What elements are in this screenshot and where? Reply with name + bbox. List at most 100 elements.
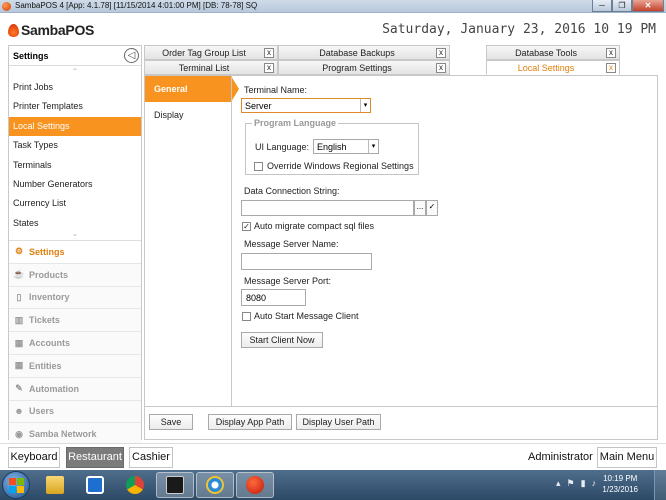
taskbar-sambapos[interactable] xyxy=(236,472,274,498)
chevron-down-icon[interactable]: ▾ xyxy=(368,140,378,153)
sidebar-title: Settings xyxy=(13,51,49,61)
auto-migrate-checkbox[interactable]: ✓ xyxy=(242,222,251,231)
section-accounts[interactable]: ▦ Accounts xyxy=(9,332,141,355)
display-app-path-button[interactable]: Display App Path xyxy=(208,414,292,430)
override-regional-label: Override Windows Regional Settings xyxy=(267,161,414,171)
section-label: Entities xyxy=(29,360,62,371)
section-settings[interactable]: ⚙ Settings xyxy=(9,241,141,264)
gear-icon: ⚙ xyxy=(14,246,24,257)
settings-sidebar: Settings ◁ ⌃ Print Jobs Printer Template… xyxy=(8,45,142,447)
message-server-port-input[interactable]: 8080 xyxy=(241,289,306,306)
sidebar-item-states[interactable]: States xyxy=(9,214,141,228)
section-label: Users xyxy=(29,406,55,417)
sidebar-list: Print Jobs Printer Templates Local Setti… xyxy=(9,78,141,228)
taskbar-ie[interactable] xyxy=(196,472,234,498)
back-icon[interactable]: ◁ xyxy=(124,48,139,63)
settings-subnav: General Display xyxy=(145,76,239,406)
logo-text: SambaPOS xyxy=(21,22,95,38)
close-icon[interactable]: x xyxy=(436,63,446,73)
tab-local-settings[interactable]: Local Settings x xyxy=(486,60,620,75)
section-tickets[interactable]: ▥ Tickets xyxy=(9,309,141,333)
show-hidden-icons-icon[interactable]: ▴ xyxy=(556,478,561,489)
pencil-icon: ✎ xyxy=(15,383,23,394)
section-automation[interactable]: ✎ Automation xyxy=(9,377,141,401)
close-icon[interactable]: x xyxy=(264,63,274,73)
taskbar-teamviewer[interactable] xyxy=(76,472,114,498)
scroll-up-icon[interactable]: ⌃ xyxy=(9,66,141,78)
section-label: Automation xyxy=(29,383,79,394)
windows-start-icon[interactable] xyxy=(2,471,30,499)
tab-terminal-list[interactable]: Terminal List x xyxy=(144,60,278,75)
program-language-group: Program Language UI Language: English ▾ … xyxy=(245,118,419,175)
scroll-down-icon[interactable]: ⌄ xyxy=(9,228,141,240)
sidebar-item-terminals[interactable]: Terminals xyxy=(9,156,141,175)
clock-date: 1/23/2016 xyxy=(602,485,638,494)
close-icon[interactable]: x xyxy=(606,48,616,58)
network-icon[interactable]: ▮ xyxy=(581,478,586,489)
confirm-button[interactable]: ✓ xyxy=(426,200,438,216)
ticket-icon: ▥ xyxy=(14,314,24,325)
main-menu-button[interactable]: Main Menu xyxy=(597,447,657,468)
ledger-icon: ▦ xyxy=(14,337,24,348)
header-datetime: Saturday, January 23, 2016 10 19 PM xyxy=(382,22,656,37)
tab-database-backups[interactable]: Database Backups x xyxy=(278,45,450,60)
terminal-name-select[interactable]: Server ▾ xyxy=(241,98,371,113)
sidebar-item-print-jobs[interactable]: Print Jobs xyxy=(9,78,141,97)
close-icon[interactable]: x xyxy=(436,48,446,58)
display-user-path-button[interactable]: Display User Path xyxy=(296,414,381,430)
subnav-item-display[interactable]: Display xyxy=(145,102,231,128)
sambapos-icon xyxy=(246,476,264,494)
close-icon[interactable]: x xyxy=(264,48,274,58)
window-title: SambaPOS 4 [App: 4.1.78] [11/15/2014 4:0… xyxy=(15,1,258,10)
override-regional-checkbox[interactable] xyxy=(254,162,263,171)
chrome-icon xyxy=(126,476,144,494)
message-server-name-label: Message Server Name: xyxy=(244,239,339,249)
save-button[interactable]: Save xyxy=(149,414,193,430)
sidebar-item-local-settings[interactable]: Local Settings xyxy=(9,116,141,137)
logo: SambaPOS xyxy=(8,22,94,38)
section-products[interactable]: ☕ Products xyxy=(9,263,141,287)
taskbar-chrome[interactable] xyxy=(116,472,154,498)
minimize-button[interactable]: ─ xyxy=(592,0,612,12)
taskbar-explorer[interactable] xyxy=(36,472,74,498)
chevron-down-icon[interactable]: ▾ xyxy=(360,99,370,112)
sidebar-item-task-types[interactable]: Task Types xyxy=(9,136,141,155)
keyboard-button[interactable]: Keyboard xyxy=(8,447,60,468)
restaurant-button[interactable]: Restaurant xyxy=(66,447,124,468)
tab-order-tag-group-list[interactable]: Order Tag Group List x xyxy=(144,45,278,60)
restore-button[interactable]: ❐ xyxy=(612,0,632,12)
taskbar-terminal[interactable] xyxy=(156,472,194,498)
flag-icon[interactable]: ⚑ xyxy=(567,478,575,489)
close-icon[interactable]: x xyxy=(606,63,616,73)
start-client-now-button[interactable]: Start Client Now xyxy=(241,332,323,348)
section-inventory[interactable]: ▯ Inventory xyxy=(9,286,141,310)
tab-label: Program Settings xyxy=(322,63,392,73)
close-button[interactable]: ✕ xyxy=(632,0,664,12)
user-icon: ☻ xyxy=(14,406,24,417)
sidebar-item-printer-templates[interactable]: Printer Templates xyxy=(9,97,141,116)
box-icon: ▯ xyxy=(16,291,22,302)
teamviewer-icon xyxy=(86,476,104,494)
message-server-port-value: 8080 xyxy=(246,293,267,303)
volume-icon[interactable]: ♪ xyxy=(592,478,597,489)
section-label: Inventory xyxy=(29,292,70,303)
sidebar-item-currency-list[interactable]: Currency List xyxy=(9,194,141,213)
ie-icon xyxy=(206,476,224,494)
terminal-icon xyxy=(166,476,184,494)
tab-database-tools[interactable]: Database Tools x xyxy=(486,45,620,60)
section-entities[interactable]: ▦ Entities xyxy=(9,354,141,378)
ui-language-select[interactable]: English ▾ xyxy=(313,139,379,154)
cashier-button[interactable]: Cashier xyxy=(129,447,173,468)
taskbar-clock[interactable]: 10:19 PM 1/23/2016 xyxy=(602,473,638,495)
message-server-name-input[interactable] xyxy=(241,253,372,270)
sidebar-item-number-generators[interactable]: Number Generators xyxy=(9,175,141,194)
tab-program-settings[interactable]: Program Settings x xyxy=(278,60,450,75)
auto-start-checkbox[interactable] xyxy=(242,312,251,321)
flame-icon xyxy=(8,23,19,37)
section-users[interactable]: ☻ Users xyxy=(9,400,141,424)
bottom-bar: Keyboard Restaurant Cashier Administrato… xyxy=(0,443,666,469)
subnav-item-general[interactable]: General xyxy=(145,76,239,102)
show-desktop-button[interactable] xyxy=(654,470,666,500)
data-connection-input[interactable] xyxy=(241,200,414,216)
browse-button[interactable]: ... xyxy=(414,200,426,216)
